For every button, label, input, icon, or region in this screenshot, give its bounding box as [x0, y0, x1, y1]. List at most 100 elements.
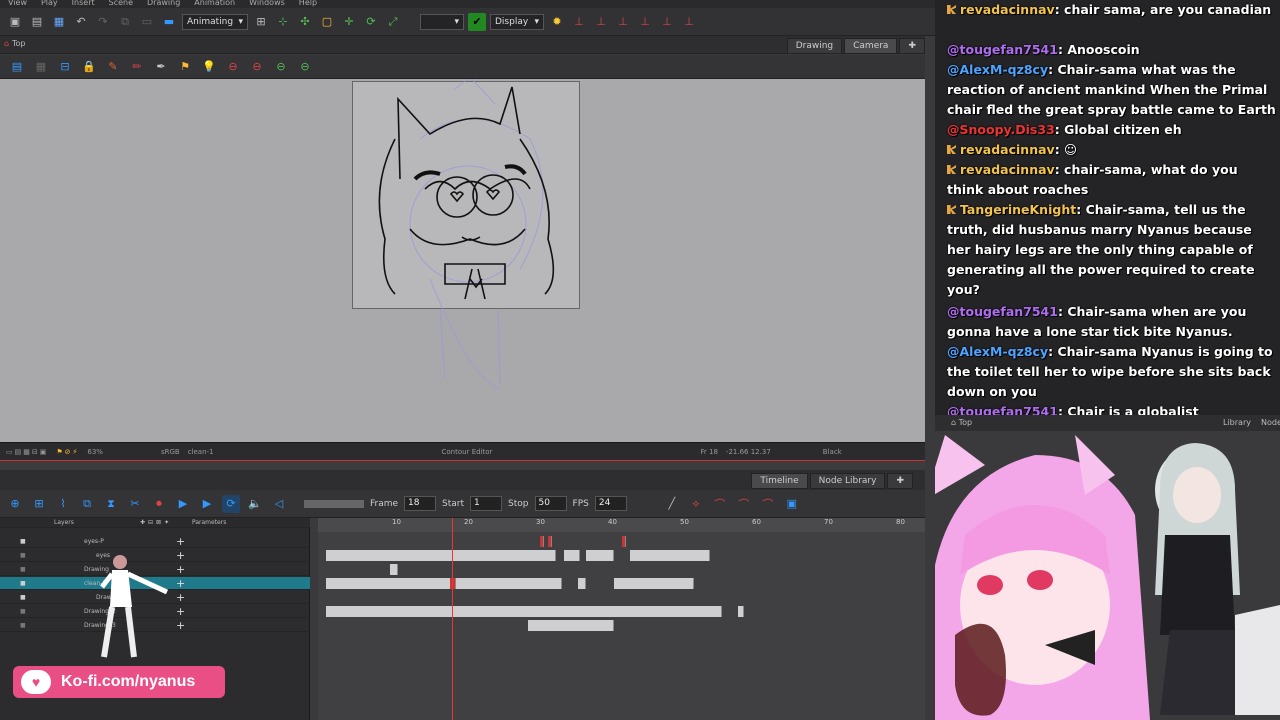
home-icon[interactable]: ⌂ — [4, 39, 9, 48]
onion-icon-4[interactable]: ⊖ — [296, 58, 314, 76]
menu-windows[interactable]: Windows — [249, 0, 285, 8]
motion-icon[interactable]: ⌒ — [735, 495, 753, 513]
pen-icon[interactable]: ✒ — [152, 58, 170, 76]
paste-icon[interactable]: ▭ — [138, 13, 156, 31]
display-select[interactable]: Display ▾ — [490, 13, 544, 30]
move-icon[interactable]: ✛ — [340, 13, 358, 31]
playhead[interactable] — [452, 518, 453, 720]
scrub-icon[interactable]: ◁ — [270, 495, 288, 513]
stop-field[interactable]: 50 — [534, 496, 567, 511]
menu-drawing[interactable]: Drawing — [147, 0, 180, 8]
fps-field[interactable]: 24 — [594, 496, 627, 511]
play-selection-icon[interactable]: ▶ — [198, 495, 216, 513]
menu-insert[interactable]: Insert — [72, 0, 95, 8]
group-icon[interactable]: ⧉ — [78, 495, 96, 513]
cutter-icon[interactable]: ⊟ — [56, 58, 74, 76]
add-tab-icon[interactable]: ✚ — [899, 38, 925, 54]
onion-skin-icon-5[interactable]: ⊥ — [658, 13, 676, 31]
layer-row[interactable]: ■ eyes-P + — [0, 535, 310, 548]
keyframe-icon[interactable]: ⟡ — [687, 495, 705, 513]
onion-icon-3[interactable]: ⊖ — [272, 58, 290, 76]
onion-skin-icon-1[interactable]: ⊥ — [570, 13, 588, 31]
frame-field[interactable]: 18 — [404, 496, 437, 511]
layer-action-icons[interactable]: ✚⊟⊠✦ — [140, 519, 172, 526]
panel-splitter[interactable] — [0, 460, 925, 470]
contour-icon[interactable]: ▦ — [32, 58, 50, 76]
tab-timeline[interactable]: Timeline — [751, 473, 808, 489]
brush-icon[interactable]: ✎ — [104, 58, 122, 76]
record-icon[interactable]: ⏺ — [150, 495, 168, 513]
view-modes-icon[interactable]: ▭▤▦⊟▣ — [6, 448, 48, 456]
onion-skin-icon-6[interactable]: ⊥ — [680, 13, 698, 31]
add-keyframe-icon[interactable]: + — [176, 606, 185, 617]
grid-icon[interactable]: ⊞ — [252, 13, 270, 31]
light-icon[interactable]: 💡 — [200, 58, 218, 76]
track-row[interactable] — [326, 619, 926, 632]
breadcrumb[interactable]: Top — [12, 39, 26, 48]
tab-camera[interactable]: Camera — [844, 38, 898, 54]
lock-icon[interactable]: 🔒 — [80, 58, 98, 76]
add-keyframe-icon[interactable]: + — [176, 592, 185, 603]
transform-icon[interactable]: ✣ — [296, 13, 314, 31]
track-row[interactable] — [326, 549, 926, 562]
line-tool-icon[interactable]: ╱ — [663, 495, 681, 513]
track-row[interactable] — [326, 605, 926, 618]
tab-node-library[interactable]: Node Library — [809, 473, 886, 489]
scene-icon[interactable]: ▦ — [50, 13, 68, 31]
cut-icon[interactable]: ✂ — [126, 495, 144, 513]
menu-animation[interactable]: Animation — [194, 0, 235, 8]
track-row[interactable] — [326, 535, 926, 548]
peg-layer-icon[interactable]: ⊞ — [30, 495, 48, 513]
menu-help[interactable]: Help — [299, 0, 317, 8]
save-all-icon[interactable]: ▤ — [28, 13, 46, 31]
play-icon[interactable]: ▶ — [174, 495, 192, 513]
undo-icon[interactable]: ↶ — [72, 13, 90, 31]
loop-icon[interactable]: ⟳ — [222, 494, 240, 513]
zoom-value[interactable]: 63% — [87, 448, 103, 456]
save-icon[interactable]: ▣ — [6, 13, 24, 31]
menu-play[interactable]: Play — [41, 0, 58, 8]
select-icon[interactable]: ▤ — [8, 58, 26, 76]
mode-select[interactable]: Animating ▾ — [182, 13, 248, 30]
visibility-icon[interactable]: ■ — [20, 538, 26, 545]
visibility-icon[interactable]: ■ — [20, 622, 26, 629]
stop-motion-icon[interactable]: ⌒ — [759, 495, 777, 513]
copy-icon[interactable]: ⧉ — [116, 13, 134, 31]
track-row[interactable] — [326, 563, 926, 576]
scale-icon[interactable]: ⤢ — [384, 13, 402, 31]
paint-icon[interactable]: ⚑ — [176, 58, 194, 76]
visibility-icon[interactable]: ■ — [20, 594, 26, 601]
onion-icon-1[interactable]: ⊖ — [224, 58, 242, 76]
menu-view[interactable]: View — [8, 0, 27, 8]
onion-skin-icon-4[interactable]: ⊥ — [636, 13, 654, 31]
add-keyframe-icon[interactable]: + — [176, 536, 185, 547]
bulb-icon[interactable]: ✹ — [548, 13, 566, 31]
frame-ruler[interactable]: 10 20 30 40 50 60 70 80 — [318, 518, 925, 532]
start-field[interactable]: 1 — [470, 496, 503, 511]
add-keyframe-icon[interactable]: + — [176, 620, 185, 631]
tool-icons[interactable]: ⚑⊘⚡ — [56, 448, 79, 456]
speed-slider[interactable] — [304, 499, 364, 508]
kofi-link[interactable]: ♥ Ko-fi.com/nyanus — [13, 666, 225, 698]
check-icon[interactable]: ✔ — [468, 12, 486, 31]
add-tab-icon[interactable]: ✚ — [887, 473, 913, 489]
camera-icon[interactable]: ▣ — [783, 495, 801, 513]
add-keyframe-icon[interactable]: + — [176, 578, 185, 589]
visibility-icon[interactable]: ■ — [20, 566, 26, 573]
timeline-tracks[interactable]: 10 20 30 40 50 60 70 80 — [318, 518, 925, 720]
deformer-icon[interactable]: ⌇ — [54, 495, 72, 513]
pencil-icon[interactable]: ✏ — [128, 58, 146, 76]
drawing-canvas[interactable] — [0, 79, 925, 442]
blank-select[interactable]: ▾ — [420, 13, 464, 30]
filter-icon[interactable]: ⧗ — [102, 495, 120, 513]
add-layer-icon[interactable]: ⊕ — [6, 495, 24, 513]
script-icon[interactable]: ▬ — [160, 13, 178, 31]
visibility-icon[interactable]: ■ — [20, 552, 26, 559]
add-keyframe-icon[interactable]: + — [176, 550, 185, 561]
ease-icon[interactable]: ⌒ — [711, 495, 729, 513]
visibility-icon[interactable]: ■ — [20, 580, 26, 587]
sound-icon[interactable]: 🔈 — [246, 495, 264, 513]
redo-icon[interactable]: ↷ — [94, 13, 112, 31]
peg-icon[interactable]: ⊹ — [274, 13, 292, 31]
onion-skin-icon-3[interactable]: ⊥ — [614, 13, 632, 31]
